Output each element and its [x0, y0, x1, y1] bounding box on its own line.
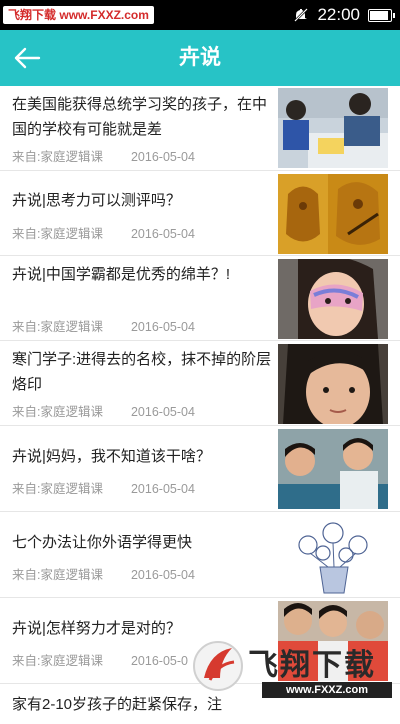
- watermark-text: 飞翔下载: [8, 8, 57, 22]
- article-title: 寒门学子:进得去的名校，抹不掉的阶层烙印: [12, 351, 272, 393]
- app-header: 卉说: [0, 30, 400, 86]
- article-title: 七个办法让你外语学得更快: [12, 534, 193, 551]
- article-date: 2016-05-04: [130, 568, 195, 582]
- article-item[interactable]: 卉说|妈妈，我不知道该干啥？ 来自:家庭逻辑课 2016-05-04: [0, 426, 400, 512]
- page-title: 卉说: [179, 46, 221, 69]
- watermark-logo-text: 飞翔下载: [248, 649, 376, 682]
- article-thumbnail: [278, 429, 388, 509]
- watermark-url: www.FXXZ.com: [59, 8, 149, 22]
- article-source: 来自:家庭逻辑课: [12, 320, 103, 334]
- article-thumbnail: [278, 88, 388, 168]
- article-meta: 来自:家庭逻辑课 2016-05-04: [12, 223, 195, 242]
- article-date: 2016-05-04: [130, 405, 195, 419]
- article-source: 来自:家庭逻辑课: [12, 405, 103, 419]
- article-date: 2016-05-04: [130, 482, 195, 496]
- article-meta: 来自:家庭逻辑课 2016-05-04: [12, 146, 195, 165]
- article-source: 来自:家庭逻辑课: [12, 654, 103, 668]
- article-meta: 来自:家庭逻辑课 2016-05-04: [12, 401, 195, 420]
- article-title: 卉说|中国学霸都是优秀的绵羊？!: [12, 266, 231, 283]
- article-source: 来自:家庭逻辑课: [12, 150, 103, 164]
- article-thumbnail: [278, 259, 388, 339]
- status-bar: 飞翔下载 www.FXXZ.com 22:00: [0, 0, 400, 30]
- watermark-logo-url: www.FXXZ.com: [262, 682, 392, 698]
- article-source: 来自:家庭逻辑课: [12, 568, 103, 582]
- article-title: 卉说|妈妈，我不知道该干啥？: [12, 448, 211, 465]
- article-meta: 来自:家庭逻辑课 2016-05-0: [12, 650, 188, 669]
- article-meta: 来自:家庭逻辑课 2016-05-04: [12, 564, 195, 583]
- article-title: 在美国能获得总统学习奖的孩子，在中国的学校有可能就是差: [12, 96, 268, 138]
- article-meta: 来自:家庭逻辑课 2016-05-04: [12, 316, 195, 335]
- watermark-badge: 飞翔下载 www.FXXZ.com: [3, 6, 154, 24]
- article-item[interactable]: 在美国能获得总统学习奖的孩子，在中国的学校有可能就是差 来自:家庭逻辑课 2016…: [0, 86, 400, 171]
- article-date: 2016-05-04: [130, 227, 195, 241]
- battery-icon: [368, 8, 395, 22]
- article-source: 来自:家庭逻辑课: [12, 482, 103, 496]
- article-thumbnail: [278, 515, 388, 595]
- article-meta: 来自:家庭逻辑课 2016-05-04: [12, 478, 195, 497]
- article-date: 2016-05-04: [130, 150, 195, 164]
- article-title: 卉说|思考力可以测评吗？: [12, 192, 181, 209]
- clock: 22:00: [317, 5, 360, 24]
- article-date: 2016-05-04: [130, 320, 195, 334]
- article-date: 2016-05-0: [130, 654, 188, 668]
- mute-icon: [294, 8, 309, 22]
- article-thumbnail: [278, 174, 388, 254]
- article-item[interactable]: 寒门学子:进得去的名校，抹不掉的阶层烙印 来自:家庭逻辑课 2016-05-04: [0, 341, 400, 426]
- article-thumbnail: [278, 344, 388, 424]
- article-item[interactable]: 卉说|中国学霸都是优秀的绵羊？! 来自:家庭逻辑课 2016-05-04: [0, 256, 400, 341]
- article-item[interactable]: 卉说|思考力可以测评吗？ 来自:家庭逻辑课 2016-05-04: [0, 171, 400, 256]
- article-source: 来自:家庭逻辑课: [12, 227, 103, 241]
- article-item[interactable]: 七个办法让你外语学得更快 来自:家庭逻辑课 2016-05-04: [0, 512, 400, 598]
